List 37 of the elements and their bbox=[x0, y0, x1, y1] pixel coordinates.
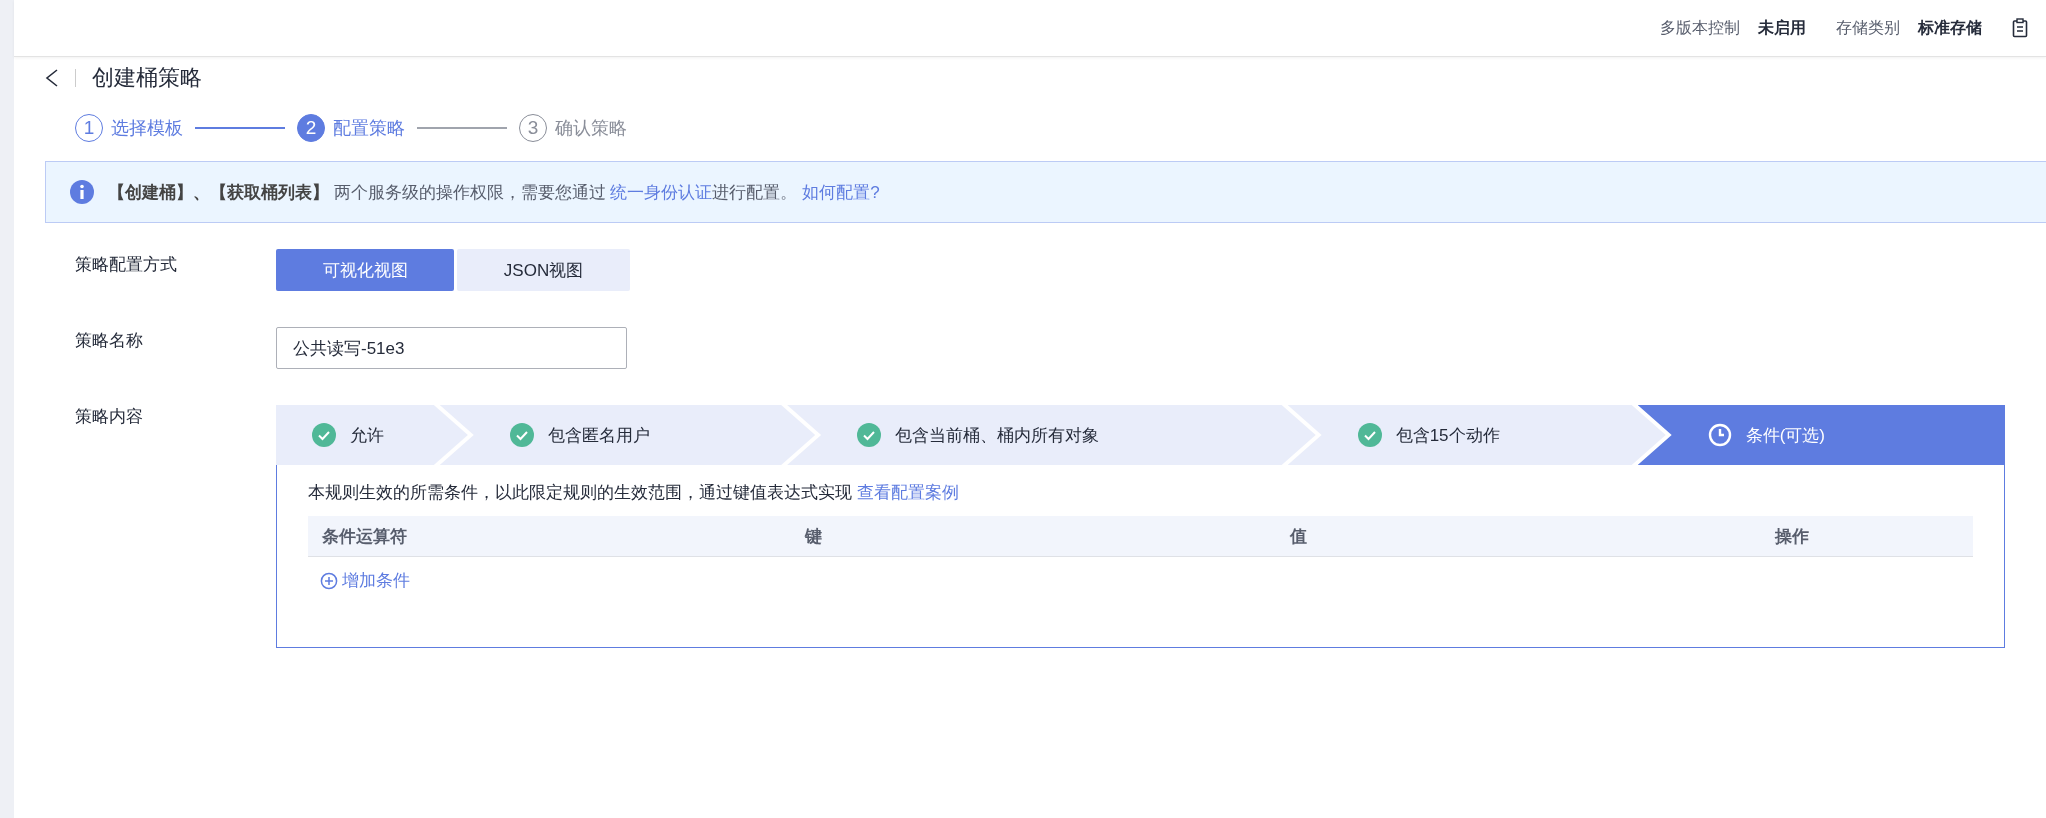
step-number: 1 bbox=[75, 114, 103, 142]
header-label: 多版本控制 bbox=[1660, 17, 1740, 38]
rule-step[interactable]: 包含15个动作 bbox=[1287, 405, 1666, 465]
header-value: 未启用 bbox=[1758, 17, 1806, 38]
help-link[interactable]: 如何配置? bbox=[802, 182, 880, 202]
example-link[interactable]: 查看配置案例 bbox=[856, 483, 959, 502]
rule-step[interactable]: 包含当前桶、桶内所有对象 bbox=[787, 405, 1316, 465]
check-icon bbox=[312, 423, 336, 447]
check-icon bbox=[509, 423, 534, 447]
rule-step[interactable]: 允许 bbox=[276, 405, 468, 465]
step-label: 选择模板 bbox=[111, 117, 183, 140]
check-icon bbox=[857, 423, 882, 447]
plus-circle-icon bbox=[320, 571, 338, 590]
info-icon bbox=[70, 180, 94, 204]
notice-text: 【创建桶】、【获取桶列表】 两个服务级的操作权限，需要您通过 统一身份认证进行配置。 如何配置? bbox=[108, 181, 880, 204]
add-condition-button[interactable]: 增加条件 bbox=[308, 569, 410, 592]
clipboard-icon[interactable] bbox=[2012, 18, 2028, 38]
rule-step[interactable]: 条件(可选) bbox=[1637, 405, 2005, 465]
rule-step[interactable]: 包含匿名用户 bbox=[439, 405, 816, 465]
clock-icon bbox=[1707, 423, 1732, 447]
step-label: 确认策略 bbox=[555, 117, 627, 140]
step-number: 3 bbox=[519, 114, 547, 142]
back-icon[interactable] bbox=[45, 68, 59, 88]
form-label: 策略名称 bbox=[75, 330, 144, 352]
view-tab[interactable]: 可视化视图 bbox=[276, 249, 454, 291]
view-tab[interactable]: JSON视图 bbox=[457, 249, 630, 291]
policy-name-field[interactable]: 公共读写-51e3 bbox=[276, 327, 627, 369]
step-number: 2 bbox=[297, 114, 325, 142]
iam-link[interactable]: 统一身份认证 bbox=[610, 182, 713, 202]
check-icon bbox=[1357, 423, 1382, 447]
page-title: 创建桶策略 bbox=[92, 64, 202, 92]
form-label: 策略配置方式 bbox=[75, 254, 178, 276]
header-label: 存储类别 bbox=[1836, 17, 1900, 38]
form-label: 策略内容 bbox=[75, 406, 144, 428]
step-label: 配置策略 bbox=[333, 117, 405, 140]
header-value: 标准存储 bbox=[1918, 17, 1982, 38]
condition-description: 本规则生效的所需条件，以此限定规则的生效范围，通过键值表达式实现 查看配置案例 bbox=[308, 482, 960, 504]
